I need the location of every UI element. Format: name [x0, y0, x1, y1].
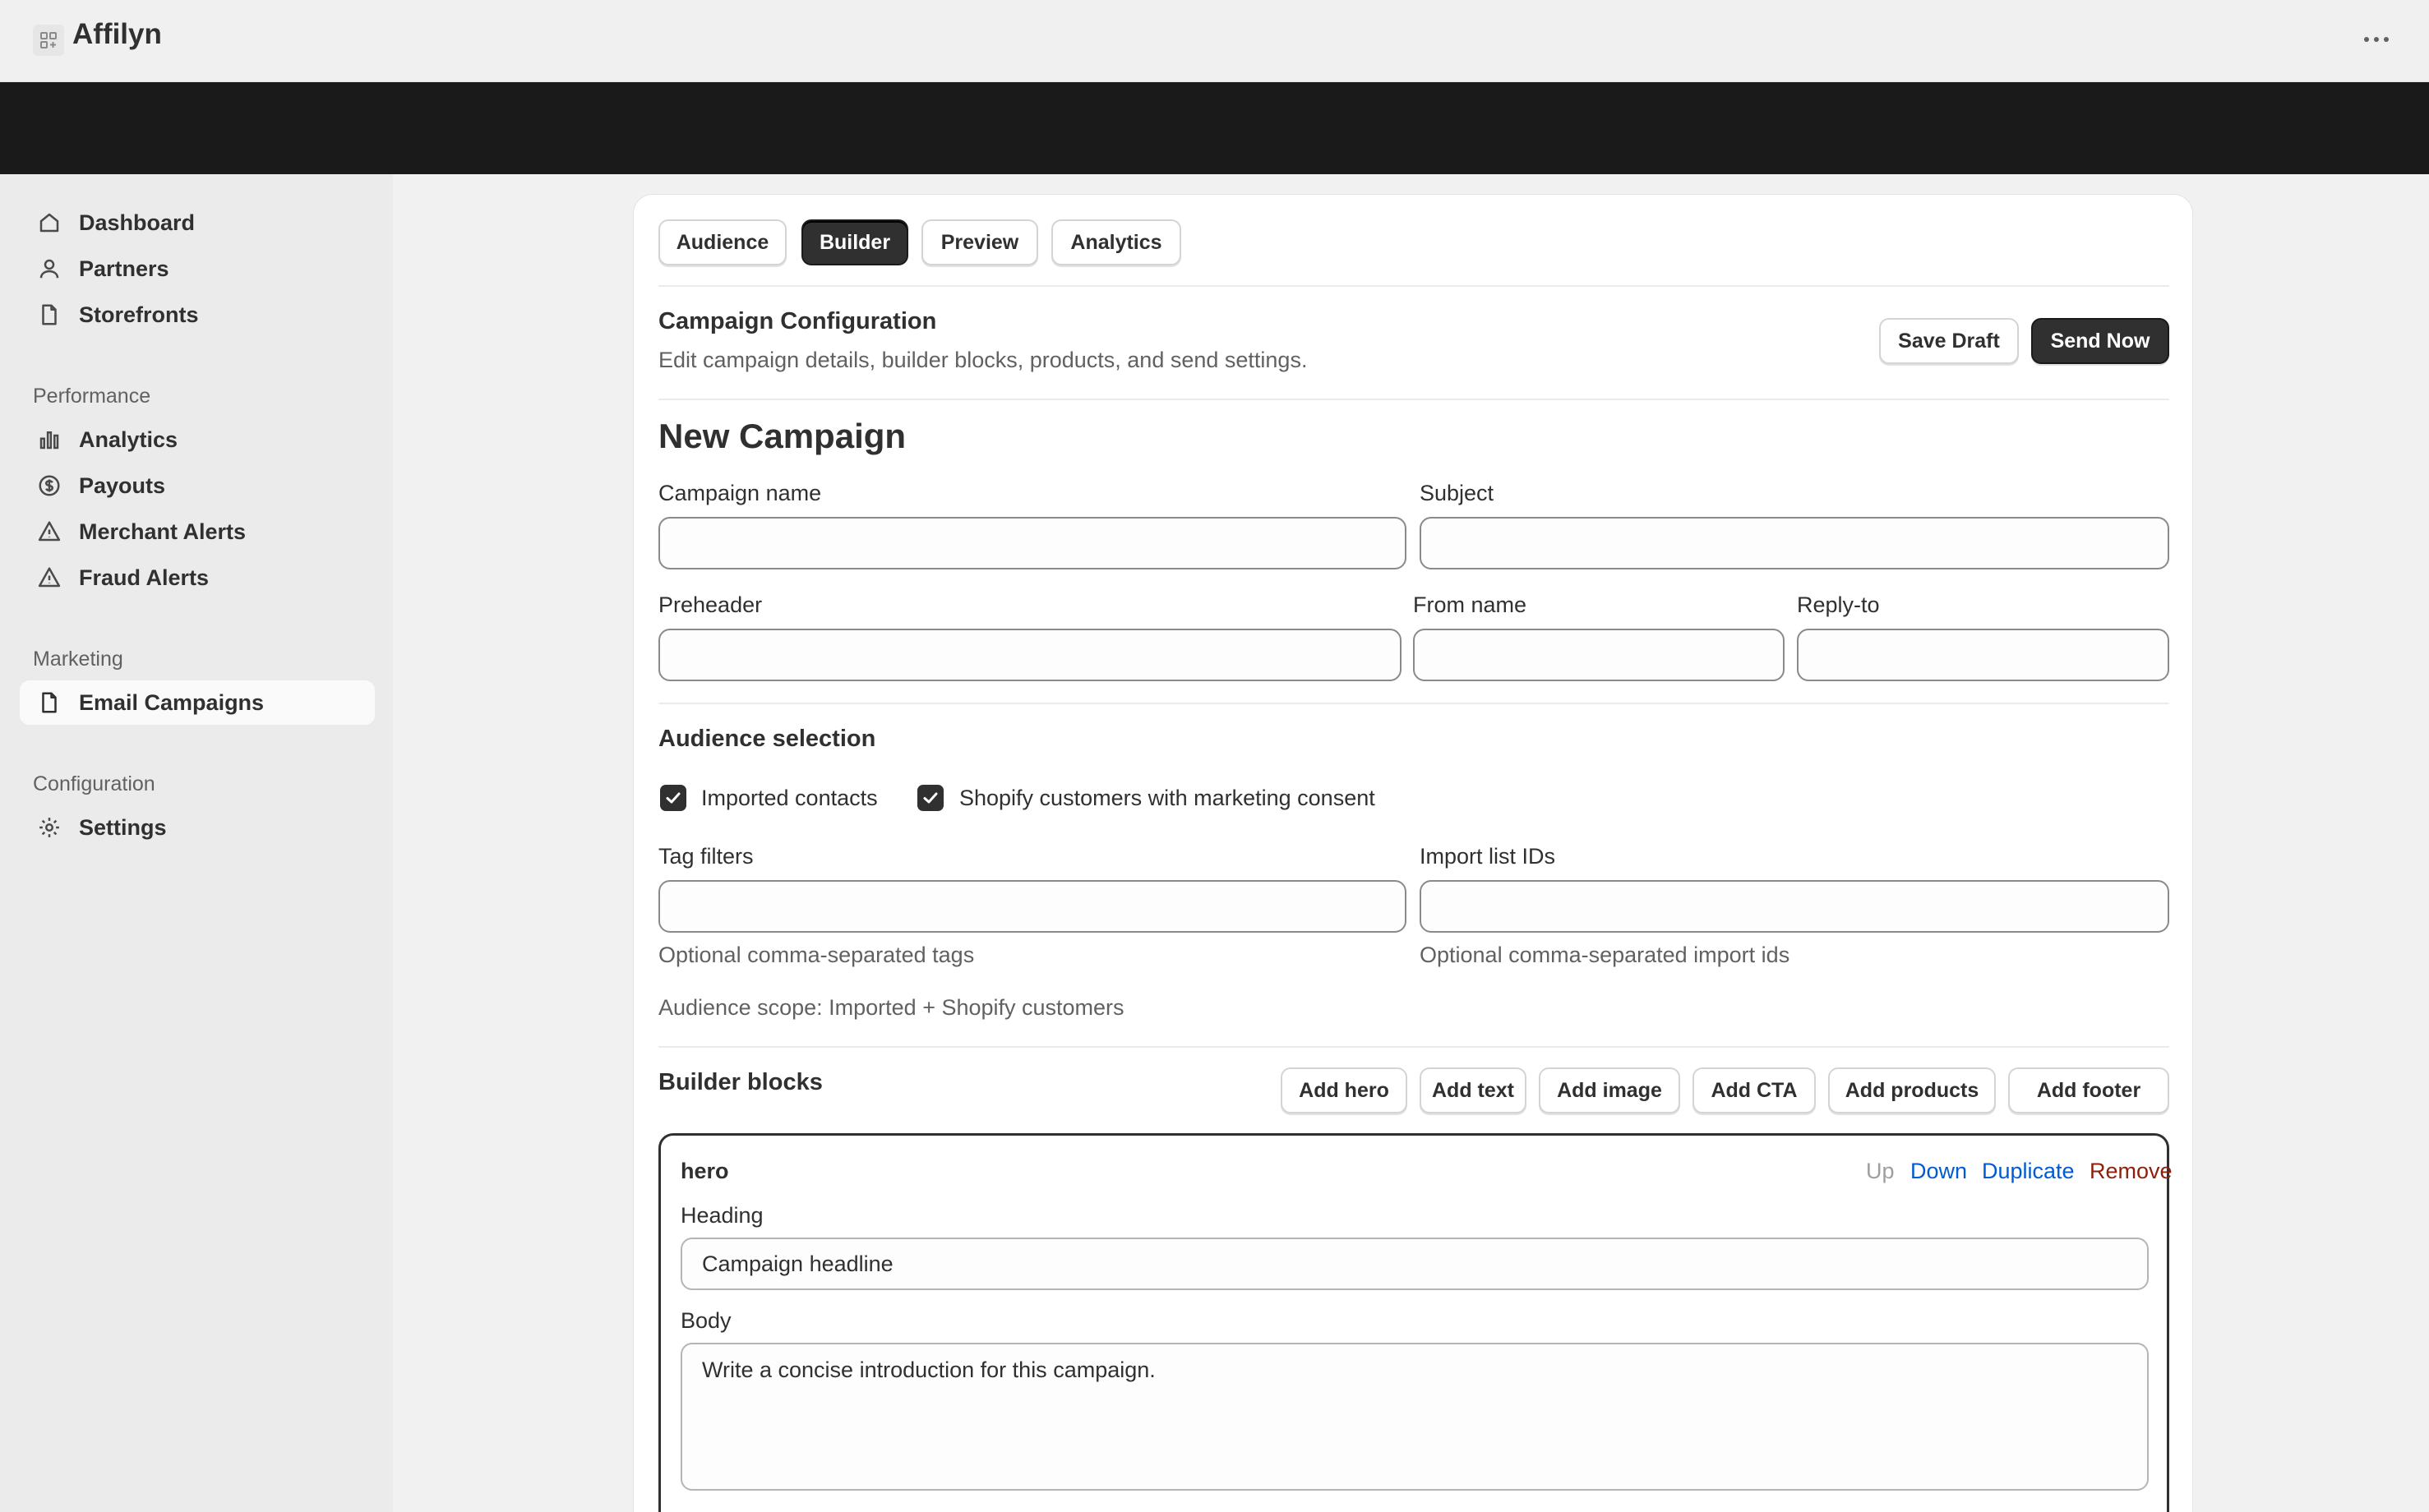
move-up-link[interactable]: Up [1866, 1159, 1895, 1184]
divider [658, 703, 2169, 704]
sidebar-item-merchant-alerts[interactable]: Merchant Alerts [20, 509, 375, 554]
body-label: Body [681, 1308, 732, 1333]
campaign-editor-card: Audience Builder Preview Analytics Campa… [633, 194, 2193, 1512]
sidebar-section-configuration: Configuration [33, 772, 155, 795]
home-icon [36, 210, 62, 236]
alert-triangle-icon [36, 519, 62, 545]
sidebar-item-label: Merchant Alerts [79, 519, 247, 544]
alert-triangle-icon [36, 565, 62, 591]
sidebar: Dashboard Partners Storefronts Performan… [0, 174, 393, 1512]
heading-label: Heading [681, 1203, 764, 1228]
remove-link[interactable]: Remove [2090, 1159, 2173, 1184]
sidebar-section-performance: Performance [33, 385, 151, 408]
imported-contacts-label[interactable]: Imported contacts [701, 786, 878, 811]
person-icon [36, 256, 62, 282]
dollar-circle-icon [36, 472, 62, 499]
reply-to-input[interactable] [1797, 629, 2169, 681]
sidebar-item-label: Dashboard [79, 210, 196, 235]
body-textarea[interactable]: Write a concise introduction for this ca… [681, 1343, 2149, 1491]
config-subtitle: Edit campaign details, builder blocks, p… [658, 348, 1308, 372]
tab-analytics[interactable]: Analytics [1051, 219, 1181, 265]
app-bar: Affilyn [0, 0, 2429, 82]
sidebar-item-label: Settings [79, 814, 167, 840]
more-options-icon[interactable] [2356, 23, 2397, 56]
sidebar-item-storefronts[interactable]: Storefronts [20, 293, 375, 337]
add-hero-button[interactable]: Add hero [1281, 1067, 1407, 1113]
campaign-name-label: Campaign name [658, 481, 822, 505]
tag-filters-help: Optional comma-separated tags [658, 943, 975, 967]
sidebar-item-label: Analytics [79, 426, 178, 452]
tab-audience[interactable]: Audience [658, 219, 787, 265]
sidebar-item-payouts[interactable]: Payouts [20, 463, 375, 508]
preheader-input[interactable] [658, 629, 1402, 681]
tag-filters-input[interactable] [658, 880, 1406, 933]
import-list-ids-help: Optional comma-separated import ids [1420, 943, 1790, 967]
page-title: New Campaign [658, 417, 907, 455]
sidebar-item-partners[interactable]: Partners [20, 247, 375, 291]
save-draft-button[interactable]: Save Draft [1879, 318, 2019, 364]
send-now-button[interactable]: Send Now [2031, 318, 2169, 364]
shopify-customers-label[interactable]: Shopify customers with marketing consent [959, 786, 1375, 811]
sidebar-item-settings[interactable]: Settings [20, 805, 375, 850]
subject-input[interactable] [1420, 517, 2169, 569]
import-list-ids-input[interactable] [1420, 880, 2169, 933]
checkmark-icon [923, 792, 938, 804]
preheader-label: Preheader [658, 592, 763, 617]
sidebar-item-label: Payouts [79, 472, 166, 498]
app-title: Affilyn [72, 18, 162, 50]
sidebar-item-dashboard[interactable]: Dashboard [20, 201, 375, 245]
campaign-name-input[interactable] [658, 517, 1406, 569]
subject-label: Subject [1420, 481, 1494, 505]
page-icon [36, 302, 62, 328]
heading-input[interactable] [681, 1238, 2149, 1290]
sidebar-item-analytics[interactable]: Analytics [20, 417, 375, 462]
add-image-button[interactable]: Add image [1539, 1067, 1680, 1113]
imported-contacts-checkbox[interactable] [660, 785, 686, 811]
import-list-ids-label: Import list IDs [1420, 844, 1556, 869]
from-name-label: From name [1413, 592, 1527, 617]
header-band [0, 82, 2429, 174]
divider [658, 1046, 2169, 1048]
sidebar-item-label: Email Campaigns [79, 689, 265, 715]
gear-icon [36, 814, 62, 841]
tab-builder[interactable]: Builder [801, 219, 908, 265]
add-footer-button[interactable]: Add footer [2008, 1067, 2169, 1113]
divider [658, 399, 2169, 400]
checkmark-icon [666, 792, 681, 804]
bar-chart-icon [36, 426, 62, 453]
hero-block: hero Up Down Duplicate Remove Heading Bo… [658, 1133, 2173, 1512]
sidebar-section-marketing: Marketing [33, 648, 123, 671]
sidebar-item-email-campaigns[interactable]: Email Campaigns [20, 680, 375, 725]
add-text-button[interactable]: Add text [1420, 1067, 1526, 1113]
tag-filters-label: Tag filters [658, 844, 754, 869]
sidebar-item-label: Storefronts [79, 302, 199, 327]
config-title: Campaign Configuration [658, 308, 937, 334]
duplicate-link[interactable]: Duplicate [1982, 1159, 2075, 1184]
audience-selection-title: Audience selection [658, 726, 876, 752]
builder-blocks-title: Builder blocks [658, 1069, 823, 1095]
page-icon [36, 689, 62, 716]
reply-to-label: Reply-to [1797, 592, 1880, 617]
sidebar-item-fraud-alerts[interactable]: Fraud Alerts [20, 555, 375, 600]
move-down-link[interactable]: Down [1910, 1159, 1967, 1184]
tab-preview[interactable]: Preview [921, 219, 1038, 265]
divider [658, 285, 2169, 287]
block-type-label: hero [681, 1159, 729, 1183]
audience-scope-text: Audience scope: Imported + Shopify custo… [658, 995, 1124, 1020]
add-cta-button[interactable]: Add CTA [1692, 1067, 1816, 1113]
shopify-customers-checkbox[interactable] [917, 785, 944, 811]
add-products-button[interactable]: Add products [1828, 1067, 1996, 1113]
app-grid-icon [33, 25, 64, 56]
sidebar-item-label: Partners [79, 256, 169, 281]
sidebar-item-label: Fraud Alerts [79, 565, 210, 590]
from-name-input[interactable] [1413, 629, 1785, 681]
